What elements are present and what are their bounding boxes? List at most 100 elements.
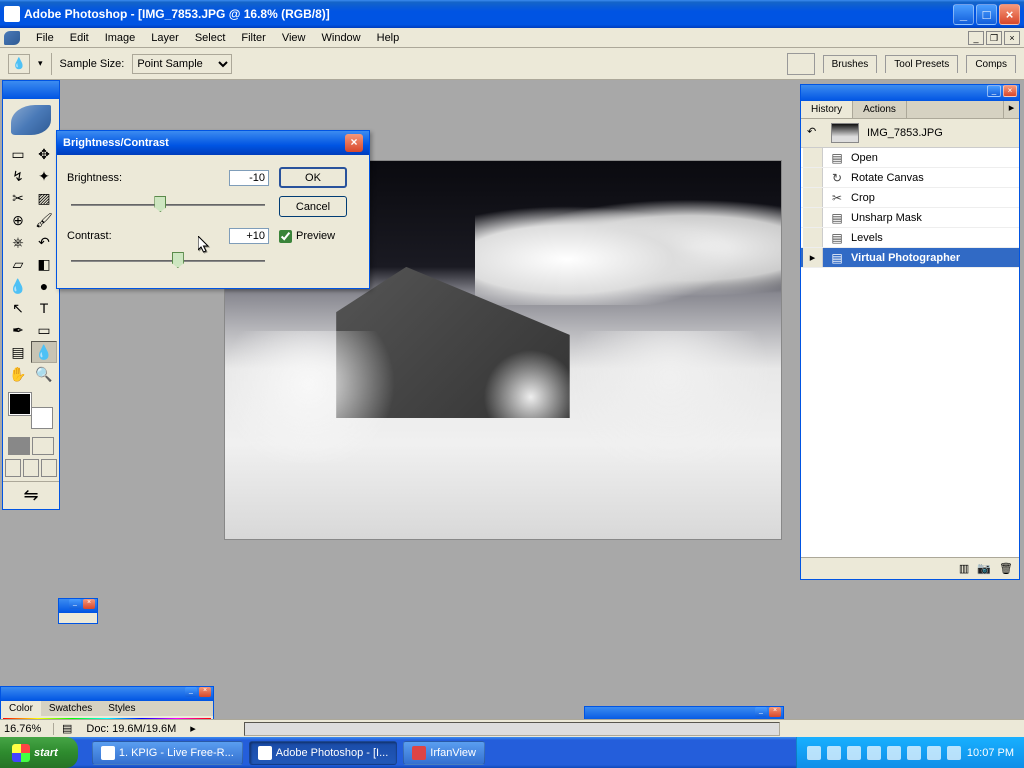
- hand-tool[interactable]: ✋: [5, 363, 31, 385]
- brightness-slider[interactable]: [71, 196, 265, 214]
- gradient-tool[interactable]: ◧: [31, 253, 57, 275]
- tab-color[interactable]: Color: [1, 701, 41, 716]
- eyedropper-icon[interactable]: 💧: [8, 54, 30, 74]
- start-button[interactable]: start: [0, 737, 78, 768]
- background-color[interactable]: [31, 407, 53, 429]
- history-brush-tool[interactable]: ↶: [31, 231, 57, 253]
- zoom-level[interactable]: 16.76%: [4, 723, 54, 735]
- history-brush-source-icon[interactable]: ↶: [807, 125, 823, 141]
- toolbox-titlebar[interactable]: [3, 81, 59, 99]
- well-tab-brushes[interactable]: Brushes: [823, 55, 878, 73]
- brush-tool[interactable]: 🖌: [31, 209, 57, 231]
- history-step[interactable]: ▸▤Virtual Photographer: [801, 248, 1019, 268]
- close-button[interactable]: ×: [999, 4, 1020, 25]
- jump-to-imageready[interactable]: ⇋: [3, 481, 59, 509]
- preview-checkbox[interactable]: [279, 230, 292, 243]
- sample-size-select[interactable]: Point Sample: [132, 54, 232, 74]
- menu-filter[interactable]: Filter: [233, 30, 273, 46]
- panel-close[interactable]: ×: [199, 687, 211, 697]
- tab-actions[interactable]: Actions: [853, 101, 907, 118]
- tray-icon[interactable]: [887, 746, 901, 760]
- panel-close[interactable]: ×: [769, 707, 781, 717]
- menu-window[interactable]: Window: [314, 30, 369, 46]
- foreground-color[interactable]: [9, 393, 31, 415]
- menu-layer[interactable]: Layer: [143, 30, 187, 46]
- tray-icon[interactable]: [847, 746, 861, 760]
- screen-full[interactable]: [41, 459, 57, 477]
- crop-tool[interactable]: ✂: [5, 187, 31, 209]
- panel-close[interactable]: ×: [83, 599, 95, 609]
- marquee-tool[interactable]: ▭: [5, 143, 31, 165]
- well-tab-comps[interactable]: Comps: [966, 55, 1016, 73]
- tray-icon[interactable]: [927, 746, 941, 760]
- standard-mode[interactable]: [8, 437, 30, 455]
- ok-button[interactable]: OK: [279, 167, 347, 188]
- menu-image[interactable]: Image: [97, 30, 144, 46]
- snapshot-icon[interactable]: 📷: [977, 562, 991, 575]
- menu-file[interactable]: File: [28, 30, 62, 46]
- history-step[interactable]: ▤Levels: [801, 228, 1019, 248]
- dodge-tool[interactable]: ●: [31, 275, 57, 297]
- mdi-close[interactable]: ×: [1004, 31, 1020, 45]
- trash-icon[interactable]: 🗑: [999, 562, 1013, 575]
- pen-tool[interactable]: ✒: [5, 319, 31, 341]
- panel-close[interactable]: ×: [1003, 85, 1017, 97]
- panel-minimize[interactable]: _: [755, 707, 767, 717]
- new-doc-icon[interactable]: ▥: [959, 562, 969, 575]
- type-tool[interactable]: T: [31, 297, 57, 319]
- screen-standard[interactable]: [5, 459, 21, 477]
- horizontal-scrollbar[interactable]: [244, 722, 780, 736]
- tray-icon[interactable]: [867, 746, 881, 760]
- heal-tool[interactable]: ⊕: [5, 209, 31, 231]
- shape-tool[interactable]: ▭: [31, 319, 57, 341]
- taskbar-item[interactable]: Adobe Photoshop - [I...: [249, 741, 398, 765]
- quickmask-mode[interactable]: [32, 437, 54, 455]
- palette-well-button[interactable]: [787, 53, 815, 75]
- tab-history[interactable]: History: [801, 101, 853, 118]
- tab-swatches[interactable]: Swatches: [41, 701, 100, 716]
- history-step[interactable]: ▤Open: [801, 148, 1019, 168]
- tab-styles[interactable]: Styles: [100, 701, 143, 716]
- tray-icon[interactable]: [947, 746, 961, 760]
- lasso-tool[interactable]: ↯: [5, 165, 31, 187]
- taskbar-item[interactable]: 1. KPIG - Live Free-R...: [92, 741, 243, 765]
- taskbar-item[interactable]: IrfanView: [403, 741, 485, 765]
- color-swatches[interactable]: [7, 391, 55, 431]
- cancel-button[interactable]: Cancel: [279, 196, 347, 217]
- brightness-input[interactable]: [229, 170, 269, 186]
- move-tool[interactable]: ✥: [31, 143, 57, 165]
- slice-tool[interactable]: ▨: [31, 187, 57, 209]
- navigator-panel-collapsed[interactable]: _×: [58, 598, 98, 624]
- tray-icon[interactable]: [827, 746, 841, 760]
- notes-tool[interactable]: ▤: [5, 341, 31, 363]
- maximize-button[interactable]: □: [976, 4, 997, 25]
- mdi-restore[interactable]: ❐: [986, 31, 1002, 45]
- panel-titlebar[interactable]: _ ×: [801, 85, 1019, 101]
- dialog-titlebar[interactable]: Brightness/Contrast ×: [57, 131, 369, 155]
- panel-menu-button[interactable]: ▸: [1003, 101, 1019, 118]
- history-snapshot[interactable]: ↶ IMG_7853.JPG: [801, 119, 1019, 148]
- stamp-tool[interactable]: ⎈: [5, 231, 31, 253]
- screen-menubar[interactable]: [23, 459, 39, 477]
- path-tool[interactable]: ↖: [5, 297, 31, 319]
- status-icon[interactable]: ▤: [62, 722, 72, 735]
- contrast-input[interactable]: [229, 228, 269, 244]
- mdi-minimize[interactable]: _: [968, 31, 984, 45]
- dialog-close-button[interactable]: ×: [345, 134, 363, 152]
- tray-icon[interactable]: [907, 746, 921, 760]
- menu-select[interactable]: Select: [187, 30, 234, 46]
- blur-tool[interactable]: 💧: [5, 275, 31, 297]
- status-menu-arrow[interactable]: ▸: [190, 722, 196, 735]
- minimize-button[interactable]: _: [953, 4, 974, 25]
- eraser-tool[interactable]: ▱: [5, 253, 31, 275]
- history-step[interactable]: ✂Crop: [801, 188, 1019, 208]
- panel-minimize[interactable]: _: [987, 85, 1001, 97]
- menu-view[interactable]: View: [274, 30, 314, 46]
- eyedropper-tool[interactable]: 💧: [31, 341, 57, 363]
- panel-minimize[interactable]: _: [69, 599, 81, 609]
- contrast-slider[interactable]: [71, 252, 265, 270]
- history-step[interactable]: ▤Unsharp Mask: [801, 208, 1019, 228]
- panel-minimize[interactable]: _: [185, 687, 197, 697]
- history-step[interactable]: ↻Rotate Canvas: [801, 168, 1019, 188]
- menu-edit[interactable]: Edit: [62, 30, 97, 46]
